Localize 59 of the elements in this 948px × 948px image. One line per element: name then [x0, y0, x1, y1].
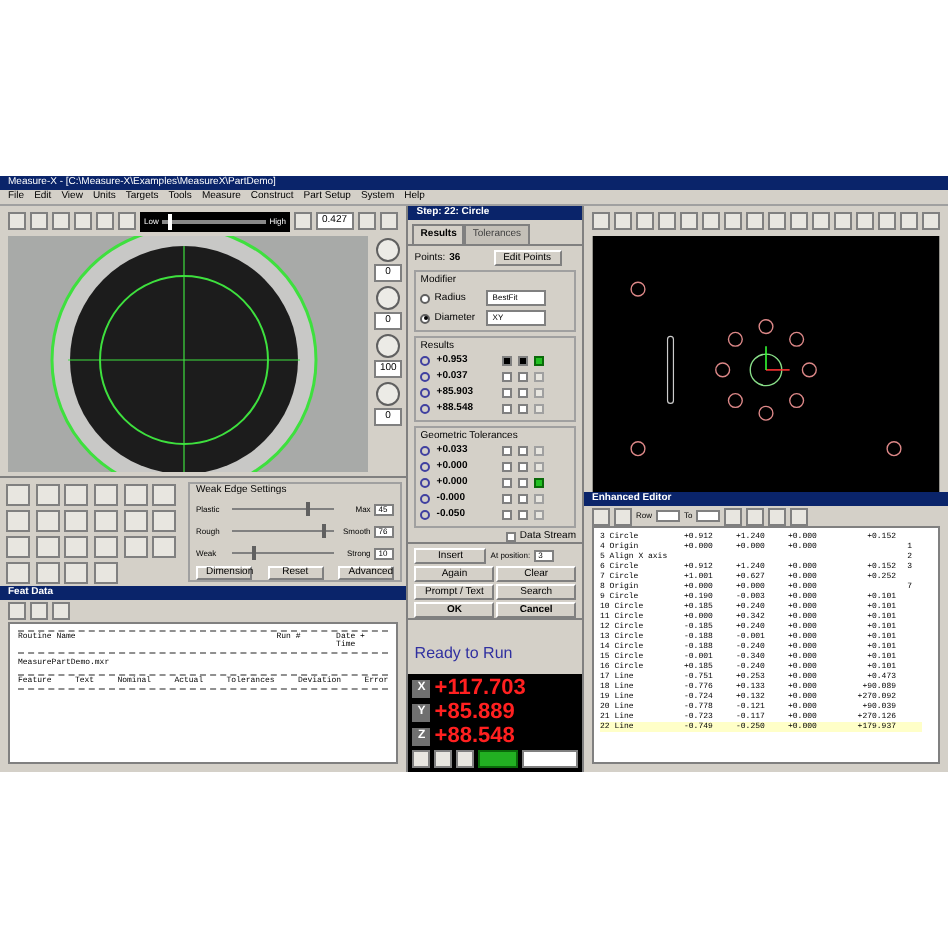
tool-icon[interactable] [64, 536, 89, 558]
dial-icon[interactable] [376, 286, 400, 310]
checkbox[interactable] [518, 445, 529, 455]
tool-icon[interactable] [35, 562, 60, 584]
checkbox[interactable] [518, 355, 529, 365]
tool-icon[interactable] [35, 484, 60, 506]
tool-icon[interactable] [152, 510, 177, 532]
tool-icon[interactable] [6, 510, 30, 532]
checkbox[interactable] [518, 387, 529, 397]
tool-icon[interactable] [6, 484, 30, 506]
status-text: Ready to Run [414, 644, 513, 662]
run-button[interactable] [478, 750, 519, 768]
checkbox[interactable] [518, 477, 529, 487]
axis-value: +117.703 [434, 678, 526, 700]
checkbox[interactable] [518, 403, 529, 413]
tool-icon[interactable] [123, 510, 148, 532]
slider-thumb[interactable] [167, 213, 172, 229]
slider-thumb[interactable] [252, 546, 257, 560]
tool-icon[interactable] [94, 484, 118, 506]
checkbox[interactable] [502, 371, 513, 381]
slider-thumb[interactable] [305, 502, 310, 516]
tool-icon[interactable] [6, 562, 30, 584]
slider-thumb[interactable] [322, 524, 327, 538]
toolbar-icon[interactable] [294, 212, 312, 230]
checkbox[interactable] [518, 509, 529, 519]
tool-icon[interactable] [123, 484, 148, 506]
checkbox[interactable] [502, 387, 513, 397]
checkbox[interactable] [518, 461, 529, 471]
tool-icon[interactable] [94, 510, 118, 532]
checkbox[interactable] [502, 493, 513, 503]
checkbox[interactable] [502, 461, 513, 471]
tool-icon[interactable] [35, 536, 60, 558]
checkbox[interactable] [502, 477, 513, 487]
tool-icon[interactable] [6, 536, 30, 558]
tool-icon[interactable] [35, 510, 60, 532]
tool-icon[interactable] [94, 536, 118, 558]
tool-icon[interactable] [152, 484, 177, 506]
tool-icon[interactable] [94, 562, 118, 584]
tool-icon[interactable] [64, 510, 89, 532]
tool-icon[interactable] [123, 536, 148, 558]
dial-icon[interactable] [376, 238, 400, 262]
checkbox[interactable] [502, 403, 513, 413]
checkbox[interactable] [518, 493, 529, 503]
checkbox[interactable] [518, 371, 529, 381]
checkbox[interactable] [502, 509, 513, 519]
checkbox[interactable] [502, 445, 513, 455]
tool-icon[interactable] [152, 536, 177, 558]
tool-icon[interactable] [64, 484, 89, 506]
radio-button[interactable] [420, 293, 431, 303]
dial-icon[interactable] [376, 382, 400, 406]
row-field[interactable] [656, 510, 681, 522]
row-field[interactable] [696, 510, 721, 522]
axis-value: +85.889 [434, 702, 515, 724]
tool-icon[interactable] [64, 562, 89, 584]
axis-value: +88.548 [434, 726, 515, 748]
checkbox[interactable] [502, 355, 513, 365]
radio-button[interactable] [420, 313, 431, 323]
dial-icon[interactable] [376, 334, 400, 358]
checkbox[interactable] [505, 532, 516, 542]
